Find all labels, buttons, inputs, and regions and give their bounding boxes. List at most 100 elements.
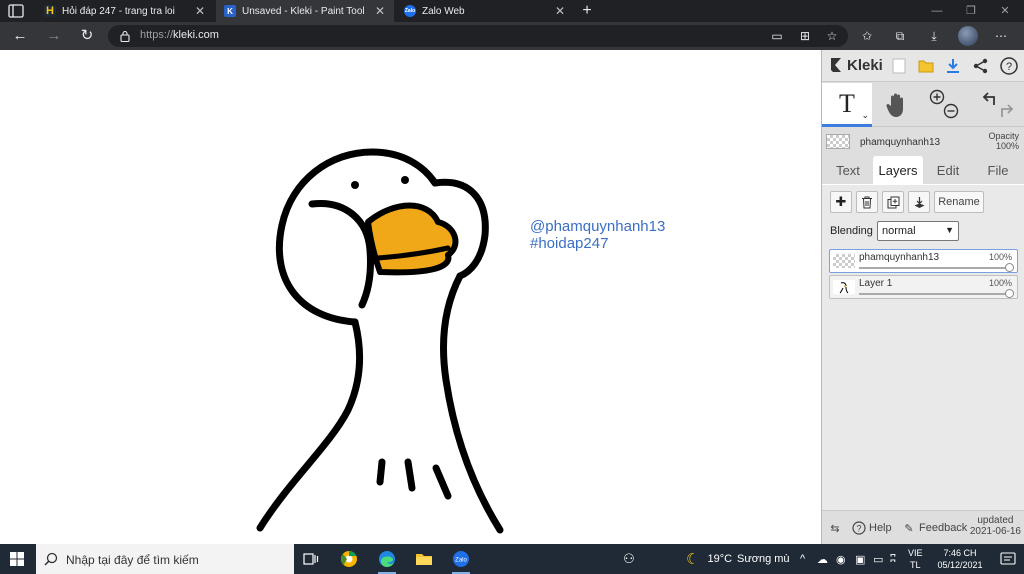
taskbar-search-input[interactable]: Nhập tại đây để tìm kiếm (36, 544, 294, 574)
duck-drawing (256, 148, 504, 534)
svg-text:Zalo: Zalo (455, 558, 467, 564)
taskbar-app-zalo[interactable]: Zalo (450, 548, 472, 574)
svg-text:?: ? (1006, 61, 1012, 73)
camera-icon[interactable]: ◉ (836, 544, 846, 574)
taskbar-app-file-explorer[interactable] (413, 548, 435, 570)
close-icon[interactable]: ✕ (552, 4, 568, 18)
layer-opacity-slider[interactable] (859, 267, 1012, 269)
new-file-icon (892, 58, 906, 74)
tray-app-icon[interactable]: ▣ (855, 544, 865, 574)
lock-icon (120, 30, 130, 42)
chevron-down-icon: ▼ (945, 225, 954, 235)
more-menu-icon[interactable]: ⋯ (992, 27, 1010, 45)
tab-edit[interactable]: Edit (926, 156, 970, 184)
merge-layer-button[interactable] (908, 191, 930, 213)
task-view-button[interactable] (300, 548, 322, 570)
kleki-logo[interactable]: Kleki (828, 56, 883, 74)
add-layer-button[interactable]: ✚ (830, 191, 852, 213)
address-bar[interactable]: https://kleki.com (108, 25, 848, 47)
chevron-down-icon[interactable]: ⌄ (861, 110, 869, 121)
duck-left-neck (256, 318, 364, 532)
tab-hoidap[interactable]: H Hỏi đáp 247 - trang tra loi ✕ (36, 0, 214, 22)
layer-item[interactable]: Layer 1 100% (829, 275, 1018, 299)
tab-kleki[interactable]: K Unsaved - Kleki - Paint Tool ✕ (216, 0, 394, 22)
refresh-button[interactable]: ↻ (77, 26, 97, 46)
browser-toolbar: ← → ↻ https://kleki.com ▭ ⊞ ☆ ✩ ⧉ ⤓ ⋯ (0, 22, 1024, 50)
language-indicator[interactable]: VIE TL (908, 547, 923, 571)
layer-opacity-slider[interactable] (859, 293, 1012, 295)
duck-face-line (308, 200, 374, 309)
layer-opacity: 100% (988, 278, 1012, 288)
taskbar-clock[interactable]: 7:46 CH 05/12/2021 (930, 547, 990, 571)
profile-avatar[interactable] (958, 26, 978, 46)
tab-text[interactable]: Text (826, 156, 870, 184)
close-icon[interactable]: ✕ (192, 4, 208, 18)
back-button[interactable]: ← (10, 26, 30, 46)
tab-actions-icon[interactable] (8, 4, 24, 18)
task-view-icon (303, 553, 319, 565)
wifi-icon[interactable]: ʭ (890, 544, 896, 574)
hoidap-favicon-icon: H (44, 5, 56, 17)
collections-icon[interactable]: ⧉ (891, 27, 909, 45)
tab-title: Zalo Web (422, 5, 465, 17)
windows-start-icon[interactable] (10, 552, 24, 566)
taskbar-people-button[interactable]: ⚇ (618, 548, 640, 570)
share-icon (973, 58, 988, 74)
kleki-favicon-icon: K (224, 5, 236, 17)
close-icon[interactable]: ✕ (372, 4, 388, 18)
new-tab-button[interactable]: + (578, 1, 596, 21)
notification-icon[interactable] (1000, 552, 1016, 566)
people-icon: ⚇ (623, 551, 635, 566)
undo-redo-buttons (978, 87, 1018, 123)
slider-handle[interactable] (1005, 289, 1014, 298)
tab-zalo[interactable]: Zalo Zalo Web ✕ (396, 0, 574, 22)
drawing-canvas[interactable]: @phamquynhanh13 #hoidap247 (0, 50, 821, 544)
read-aloud-icon[interactable]: ▭ (768, 27, 786, 45)
tab-layers[interactable]: Layers (873, 156, 923, 184)
new-image-button[interactable] (888, 55, 910, 77)
rename-layer-button[interactable]: Rename (934, 191, 984, 213)
weather-widget[interactable]: ☾ 19°C Sương mù (686, 544, 790, 574)
onedrive-icon[interactable]: ☁ (817, 544, 828, 574)
battery-icon[interactable]: ▭ (873, 544, 883, 574)
tray-chevron-up-icon[interactable]: ^ (800, 544, 805, 574)
open-image-button[interactable] (915, 55, 937, 77)
duplicate-layer-button[interactable] (882, 191, 904, 213)
slider-handle[interactable] (1005, 263, 1014, 272)
zoom-in-icon[interactable] (926, 87, 962, 123)
undo-icon[interactable] (978, 87, 1018, 123)
blending-select[interactable]: normal ▼ (877, 221, 959, 241)
hand-tool-button[interactable] (884, 91, 910, 119)
duplicate-icon (887, 196, 899, 208)
edge-icon (379, 551, 395, 567)
favorites-icon[interactable]: ✩ (858, 27, 876, 45)
downloads-icon[interactable]: ⤓ (925, 27, 943, 45)
swap-side-button[interactable]: ⇆ (828, 521, 845, 535)
help-link[interactable]: ? Help (852, 521, 892, 535)
folder-icon (918, 60, 934, 73)
current-layer-name: phamquynhanh13 (860, 137, 941, 148)
favorite-add-icon[interactable]: ☆ (823, 27, 841, 45)
tab-file[interactable]: File (975, 156, 1021, 184)
layer-thumbnail (826, 134, 850, 149)
blending-label: Blending (830, 225, 873, 237)
download-icon (947, 59, 959, 73)
close-window-button[interactable]: ✕ (990, 2, 1020, 20)
apps-icon[interactable]: ⊞ (796, 27, 814, 45)
tab-title: Hỏi đáp 247 - trang tra loi (62, 5, 175, 17)
zalo-favicon-icon: Zalo (404, 5, 416, 17)
save-image-button[interactable] (942, 55, 964, 77)
layer-item[interactable]: phamquynhanh13 100% (829, 249, 1018, 273)
folder-icon (416, 554, 432, 565)
share-button[interactable] (970, 55, 992, 77)
text-tool-button[interactable]: T ⌄ (822, 83, 872, 127)
delete-layer-button[interactable] (856, 191, 878, 213)
updated-info: updated 2021-06-16 (969, 515, 1021, 537)
feedback-link[interactable]: ✎ Feedback (902, 521, 967, 535)
taskbar-app-chrome-canary[interactable] (338, 548, 360, 570)
minimize-button[interactable]: — (922, 2, 952, 20)
forward-button[interactable]: → (44, 26, 64, 46)
taskbar-app-edge[interactable] (376, 548, 398, 574)
restore-button[interactable]: ❐ (956, 2, 986, 20)
help-button[interactable]: ? (998, 55, 1020, 77)
